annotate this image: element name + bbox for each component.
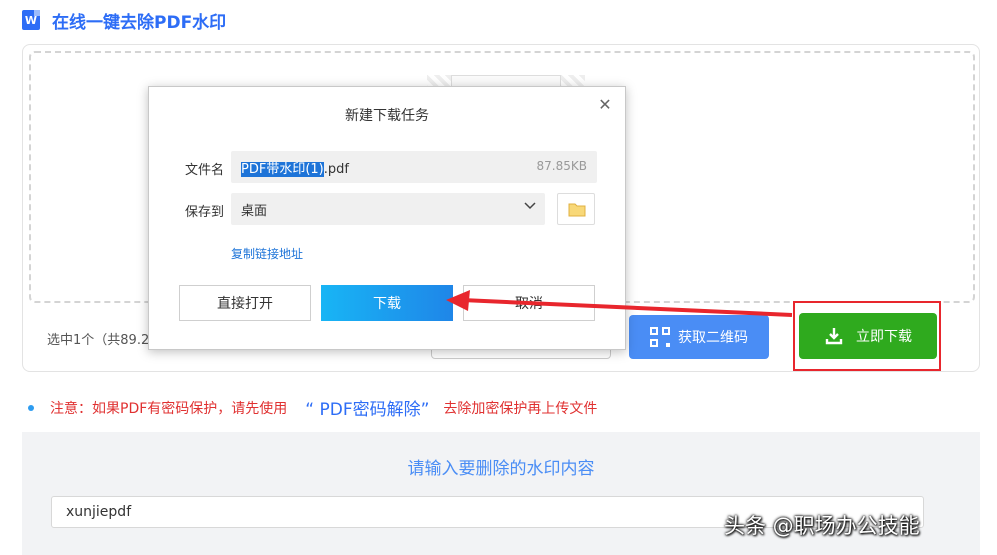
watermark-attribution: 头条 @职场办公技能 bbox=[724, 514, 920, 538]
chevron-down-icon bbox=[524, 202, 536, 210]
filename-extension: .pdf bbox=[323, 162, 349, 177]
new-download-dialog: 新建下载任务 ✕ 文件名 PDF带水印(1).pdf 87.85KB 保存到 桌… bbox=[148, 86, 626, 350]
download-icon bbox=[824, 326, 844, 346]
password-note: 注意：如果PDF有密码保护，请先使用 “ PDF密码解除” 去除加密保护再上传文… bbox=[28, 395, 597, 420]
copy-link-address[interactable]: 复制链接地址 bbox=[231, 245, 303, 262]
saveto-label: 保存到 bbox=[185, 205, 225, 220]
dialog-title: 新建下载任务 bbox=[345, 108, 429, 124]
save-location-value: 桌面 bbox=[241, 204, 268, 219]
cancel-button[interactable]: 取消 bbox=[463, 285, 595, 321]
note-suffix: 去除加密保护再上传文件 bbox=[443, 400, 598, 417]
download-now-label: 立即下载 bbox=[856, 329, 912, 345]
qr-button-label: 获取二维码 bbox=[678, 330, 748, 346]
filename-label: 文件名 bbox=[185, 163, 225, 178]
pdf-unlock-link[interactable]: “ PDF密码解除” bbox=[305, 395, 429, 420]
save-location-select[interactable]: 桌面 bbox=[231, 193, 545, 225]
note-prefix: 注意：如果PDF有密码保护，请先使用 bbox=[50, 400, 288, 417]
folder-icon bbox=[568, 203, 586, 217]
close-icon[interactable]: ✕ bbox=[595, 95, 615, 115]
open-directly-button[interactable]: 直接打开 bbox=[179, 285, 311, 321]
file-size: 87.85KB bbox=[536, 159, 587, 173]
page-title: 在线一键去除PDF水印 bbox=[52, 12, 227, 33]
qr-code-icon bbox=[650, 327, 670, 347]
page-header: W 在线一键去除PDF水印 bbox=[22, 8, 227, 33]
watermark-panel-heading: 请输入要删除的水印内容 bbox=[407, 459, 595, 479]
download-now-button[interactable]: 立即下载 bbox=[799, 313, 937, 359]
filename-field[interactable]: PDF带水印(1).pdf 87.85KB bbox=[231, 151, 597, 183]
selected-file-info: 选中1个（共89.2 bbox=[47, 333, 150, 348]
bullet-dot bbox=[28, 404, 34, 411]
filename-selected-text: PDF带水印(1) bbox=[241, 162, 324, 177]
filename-text: PDF带水印(1).pdf bbox=[241, 158, 349, 177]
get-qr-code-button[interactable]: 获取二维码 bbox=[629, 315, 769, 359]
word-doc-icon: W bbox=[22, 10, 40, 30]
download-button[interactable]: 下载 bbox=[321, 285, 453, 321]
browse-folder-button[interactable] bbox=[557, 193, 595, 225]
